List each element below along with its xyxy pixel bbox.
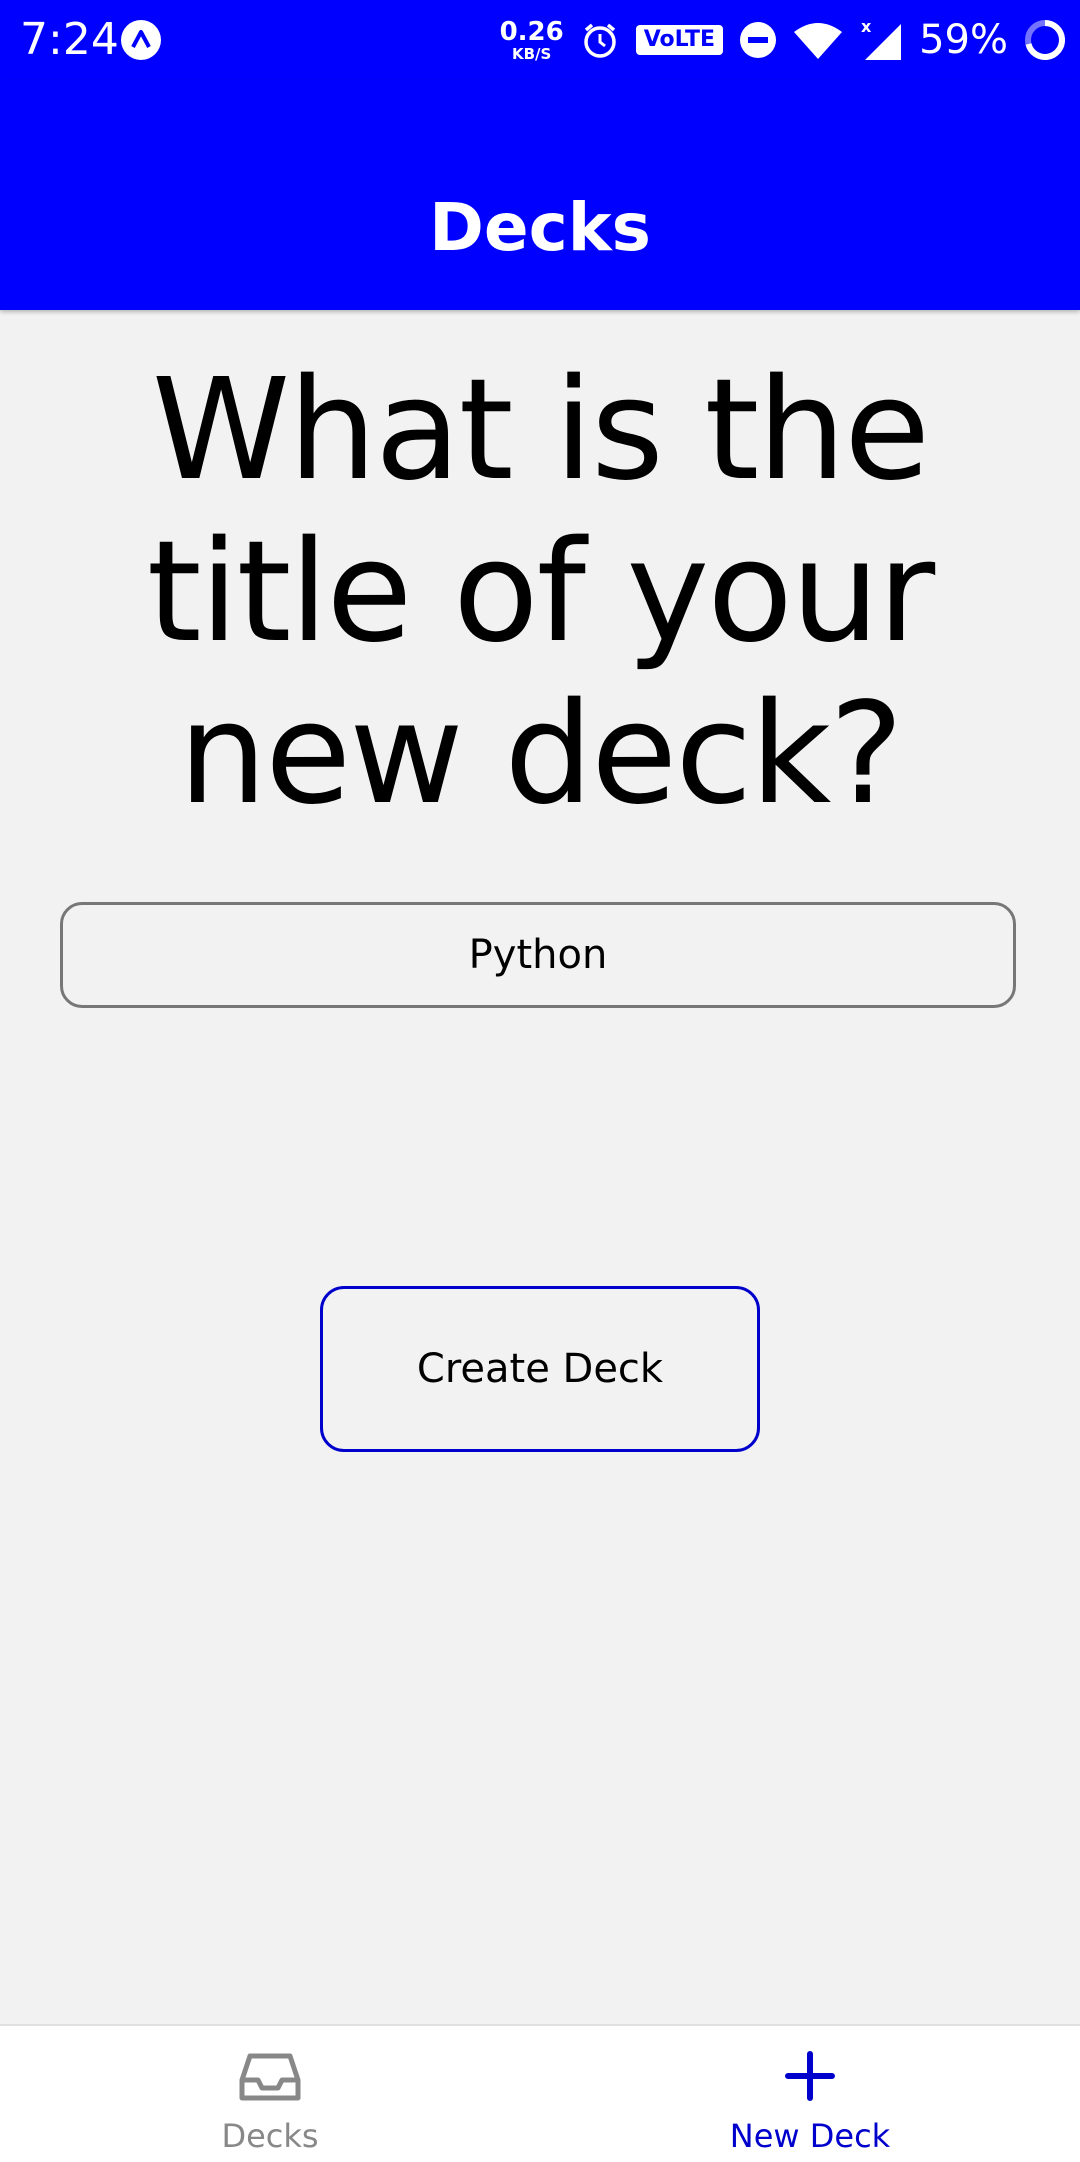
status-time: 7:24	[20, 14, 119, 65]
deck-title-input[interactable]	[60, 902, 1016, 1008]
tab-decks-label: Decks	[221, 2117, 319, 2155]
battery-icon	[1025, 20, 1066, 60]
page-title: Decks	[429, 189, 651, 266]
bottom-tab-bar: Decks New Deck	[0, 2024, 1080, 2162]
app-notification-icon	[121, 20, 161, 60]
status-bar: 7:24 0.26 KB/S VoLTE x 59%	[0, 0, 1080, 80]
tab-new-deck[interactable]: New Deck	[540, 2026, 1080, 2162]
inbox-icon	[239, 2053, 301, 2101]
battery-percent: 59%	[919, 17, 1008, 63]
do-not-disturb-icon	[740, 22, 777, 58]
app-header: Decks	[0, 80, 1080, 310]
wifi-icon	[794, 23, 843, 59]
tab-new-deck-label: New Deck	[729, 2117, 891, 2155]
network-speed: 0.26 KB/S	[500, 19, 564, 62]
plus-icon	[785, 2051, 835, 2101]
svg-text:x: x	[861, 18, 872, 36]
new-deck-question: What is the title of your new deck?	[146, 349, 935, 836]
network-speed-unit: KB/S	[511, 44, 552, 63]
tab-decks[interactable]: Decks	[0, 2026, 540, 2162]
network-speed-value: 0.26	[499, 16, 564, 47]
alarm-icon	[583, 23, 616, 58]
cell-signal-icon: x	[861, 18, 902, 60]
status-icons: 0.26 KB/S VoLTE x 59%	[500, 14, 1066, 66]
create-deck-button[interactable]: Create Deck	[320, 1286, 760, 1452]
volte-badge: VoLTE	[635, 25, 724, 55]
